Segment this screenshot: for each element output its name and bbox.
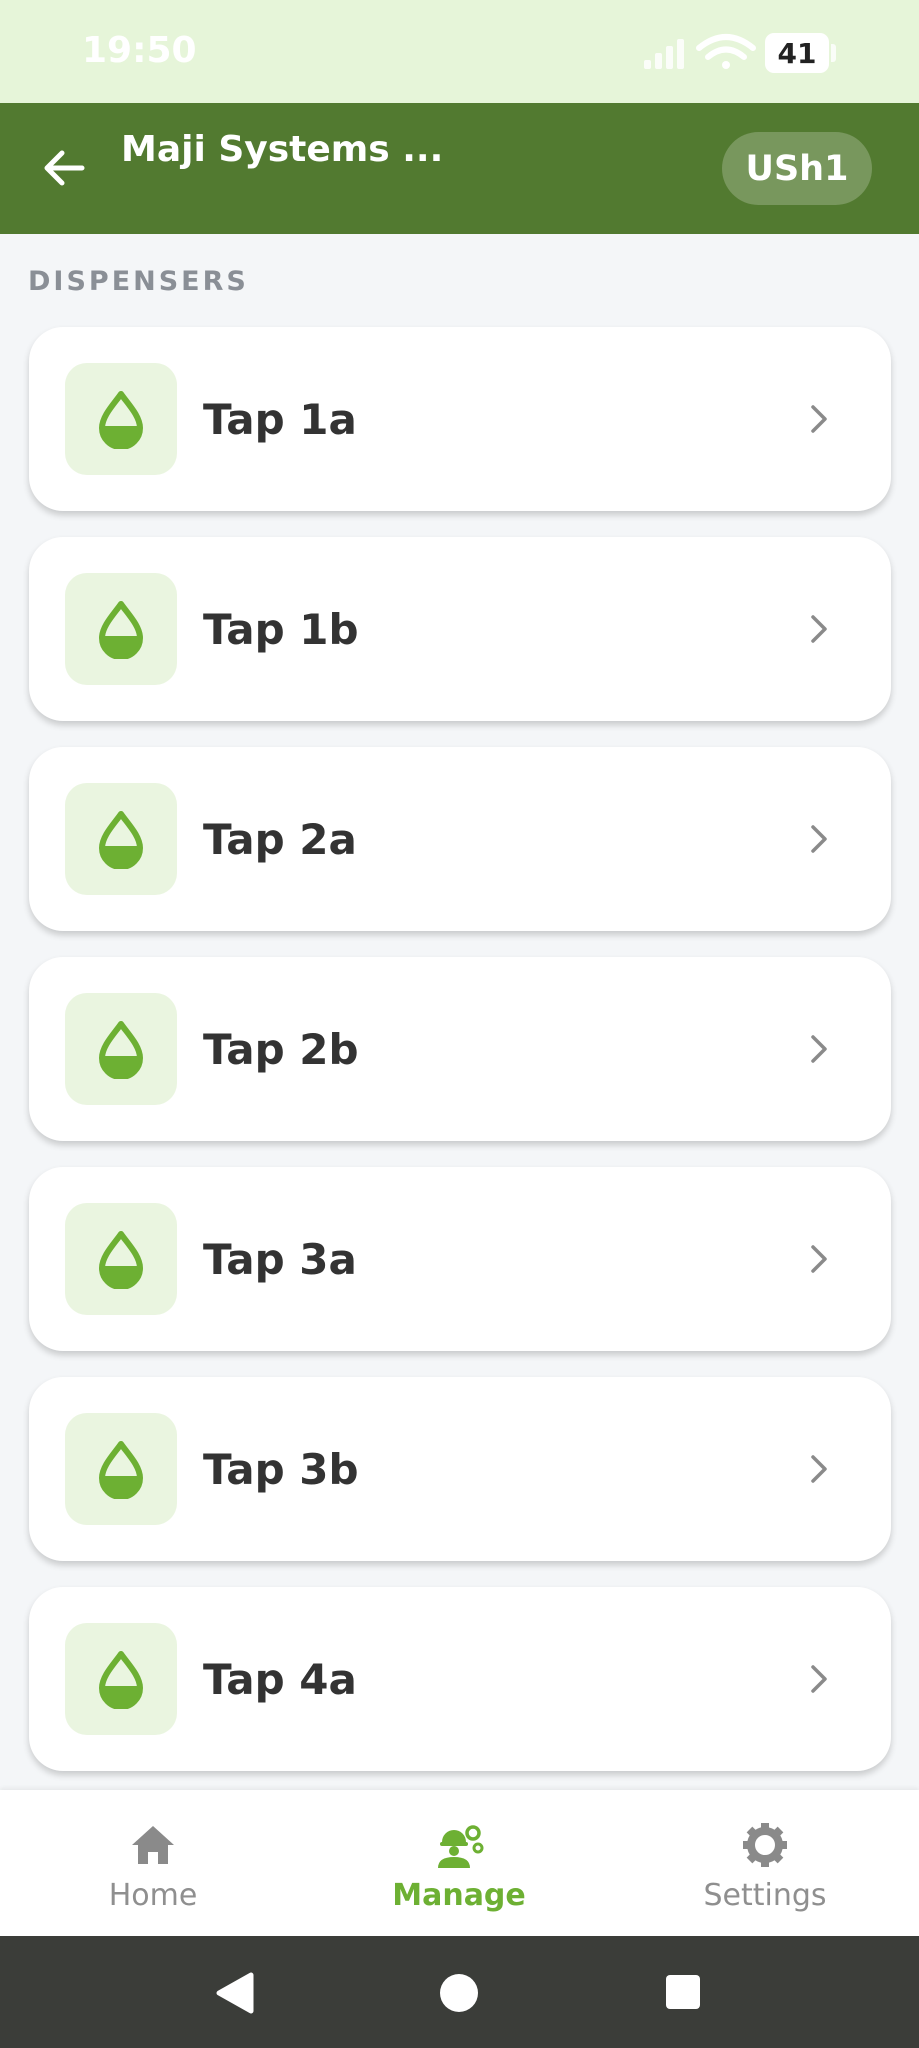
dispenser-card[interactable]: Tap 1a bbox=[29, 327, 891, 511]
system-back-icon[interactable] bbox=[213, 1971, 255, 2015]
chevron-right-icon bbox=[811, 1245, 827, 1273]
battery-tip bbox=[831, 44, 836, 62]
water-drop-icon bbox=[99, 1021, 143, 1079]
dispenser-name: Tap 1b bbox=[203, 604, 359, 654]
nav-label-manage: Manage bbox=[392, 1878, 526, 1913]
nav-item-manage[interactable]: Manage bbox=[359, 1790, 559, 1936]
battery-indicator: 41 bbox=[765, 33, 829, 73]
water-drop-icon bbox=[99, 391, 143, 449]
chevron-right-icon bbox=[811, 405, 827, 433]
system-recents-icon[interactable] bbox=[664, 1973, 702, 2011]
water-drop-icon bbox=[99, 811, 143, 869]
dispenser-card[interactable]: Tap 3b bbox=[29, 1377, 891, 1561]
dispenser-name: Tap 2a bbox=[203, 814, 357, 864]
section-label: DISPENSERS bbox=[28, 266, 249, 297]
dispenser-name: Tap 2b bbox=[203, 1024, 359, 1074]
gear-icon bbox=[743, 1823, 787, 1867]
dispenser-name: Tap 3a bbox=[203, 1234, 357, 1284]
nav-label-home: Home bbox=[108, 1878, 198, 1913]
chevron-right-icon bbox=[811, 615, 827, 643]
page-title: Maji Systems ... bbox=[121, 129, 444, 170]
tap-icon-container bbox=[65, 993, 177, 1105]
dispenser-card[interactable]: Tap 2a bbox=[29, 747, 891, 931]
wifi-icon bbox=[696, 34, 756, 69]
chevron-right-icon bbox=[811, 1035, 827, 1063]
nav-item-home[interactable]: Home bbox=[53, 1790, 253, 1936]
tap-icon-container bbox=[65, 783, 177, 895]
tap-icon-container bbox=[65, 573, 177, 685]
dispenser-card[interactable]: Tap 4a bbox=[29, 1587, 891, 1771]
status-time: 19:50 bbox=[82, 30, 197, 71]
chevron-right-icon bbox=[811, 1455, 827, 1483]
currency-chip[interactable]: USh1 bbox=[722, 132, 872, 205]
dispenser-name: Tap 4a bbox=[203, 1654, 357, 1704]
chevron-right-icon bbox=[811, 1665, 827, 1693]
bottom-navigation: Home Manage Settings bbox=[0, 1790, 919, 1936]
water-drop-icon bbox=[99, 601, 143, 659]
app-bar: Maji Systems ... USh1 bbox=[0, 103, 919, 234]
water-drop-icon bbox=[99, 1231, 143, 1289]
back-arrow-icon[interactable] bbox=[40, 143, 90, 193]
dispenser-list: Tap 1a Tap 1b Tap 2a Tap 2b Tap 3a Tap 3… bbox=[29, 327, 891, 1797]
tap-icon-container bbox=[65, 1623, 177, 1735]
chevron-right-icon bbox=[811, 825, 827, 853]
dispenser-card[interactable]: Tap 3a bbox=[29, 1167, 891, 1351]
status-bar: 19:50 41 bbox=[0, 0, 919, 103]
tap-icon-container bbox=[65, 1203, 177, 1315]
home-icon bbox=[132, 1826, 174, 1864]
tap-icon-container bbox=[65, 363, 177, 475]
dispenser-card[interactable]: Tap 2b bbox=[29, 957, 891, 1141]
nav-label-settings: Settings bbox=[703, 1878, 827, 1913]
system-navigation-bar bbox=[0, 1936, 919, 2048]
dispenser-name: Tap 3b bbox=[203, 1444, 359, 1494]
nav-item-settings[interactable]: Settings bbox=[665, 1790, 865, 1936]
water-drop-icon bbox=[99, 1441, 143, 1499]
water-drop-icon bbox=[99, 1651, 143, 1709]
tap-icon-container bbox=[65, 1413, 177, 1525]
dispenser-card[interactable]: Tap 1b bbox=[29, 537, 891, 721]
signal-icon bbox=[644, 39, 684, 69]
dispenser-name: Tap 1a bbox=[203, 394, 357, 444]
manage-icon bbox=[438, 1825, 484, 1868]
system-home-icon[interactable] bbox=[438, 1972, 480, 2014]
